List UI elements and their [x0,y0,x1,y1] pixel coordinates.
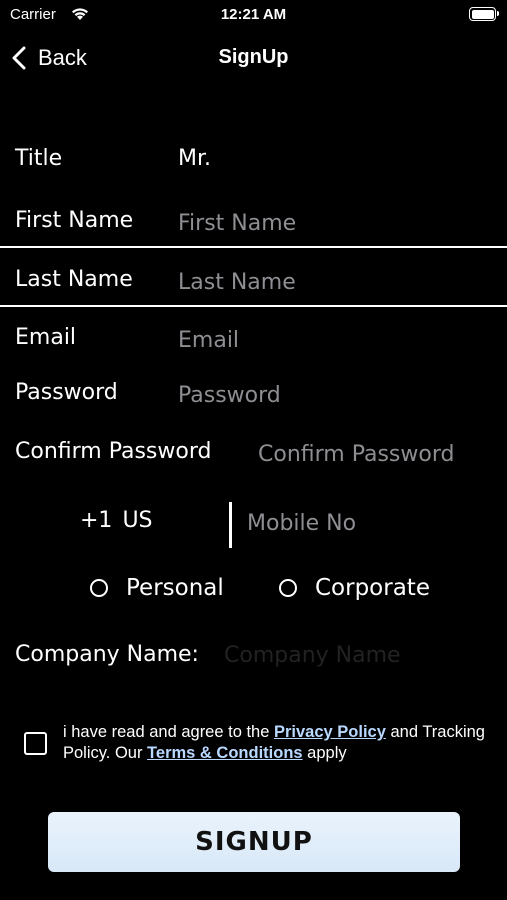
email-input[interactable] [178,321,488,359]
confirm-password-input[interactable] [258,435,498,473]
phone-row: +1 US [0,500,507,550]
title-row[interactable]: Title Mr. [0,138,507,186]
email-row: Email [0,317,507,365]
radio-circle-icon [90,579,108,597]
confirm-password-row: Confirm Password [0,431,507,479]
first-name-row: First Name [0,200,507,248]
first-name-input[interactable] [178,204,488,242]
divider [0,305,507,307]
country-code: +1 [80,508,113,533]
last-name-row: Last Name [0,259,507,307]
corporate-label: Corporate [315,575,430,601]
battery-icon [469,7,499,21]
account-type-group: Personal Corporate [0,568,507,608]
divider [0,246,507,248]
last-name-input[interactable] [178,263,488,301]
agreement-text-1: i have read and agree to the [63,723,274,741]
password-row: Password [0,372,507,420]
phone-separator [229,502,232,548]
agree-checkbox[interactable] [24,732,47,755]
company-label: Company Name: [15,642,199,667]
terms-link[interactable]: Terms & Conditions [147,744,303,762]
privacy-policy-link[interactable]: Privacy Policy [274,723,386,741]
country-name: US [122,508,153,533]
company-name-input[interactable] [224,636,494,674]
last-name-label: Last Name [15,267,133,292]
navigation-bar: Back SignUp [0,38,507,78]
password-input[interactable] [178,376,488,414]
status-bar: Carrier 12:21 AM [0,0,507,32]
corporate-radio[interactable]: Corporate [279,568,430,608]
title-value[interactable]: Mr. [178,146,211,171]
password-label: Password [15,380,118,405]
title-label: Title [15,146,63,171]
radio-circle-icon [279,579,297,597]
personal-label: Personal [126,575,224,601]
country-code-picker[interactable]: +1 US [80,508,153,533]
agreement-text: i have read and agree to the Privacy Pol… [63,722,493,764]
status-time: 12:21 AM [220,6,287,23]
agreement-section: i have read and agree to the Privacy Pol… [0,722,507,770]
company-row: Company Name: [0,634,507,682]
agreement-text-3: apply [302,744,347,762]
first-name-label: First Name [15,208,134,233]
mobile-input[interactable] [247,504,487,542]
signup-button-label: SIGNUP [195,827,313,857]
confirm-password-label: Confirm Password [15,439,212,464]
email-label: Email [15,325,77,350]
personal-radio[interactable]: Personal [90,568,224,608]
signup-button[interactable]: SIGNUP [48,812,460,872]
page-title: SignUp [218,46,289,68]
